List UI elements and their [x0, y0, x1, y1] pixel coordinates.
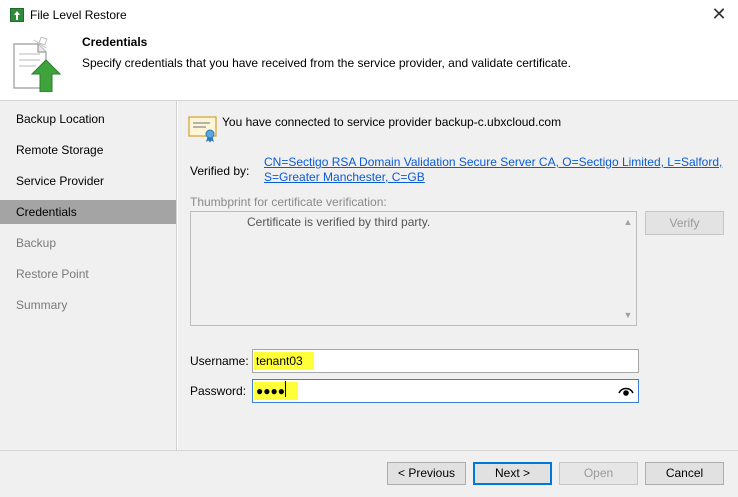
restore-document-icon	[13, 36, 62, 92]
username-input[interactable]: tenant03	[252, 349, 639, 373]
step-service-provider[interactable]: Service Provider	[0, 169, 176, 193]
credentials-panel: You have connected to service provider b…	[178, 101, 738, 450]
thumbprint-label: Thumbprint for certificate verification:	[190, 195, 387, 209]
close-button[interactable]: ✕	[708, 4, 730, 26]
header-description: Specify credentials that you have receiv…	[82, 56, 571, 70]
thumbprint-scrollbar[interactable]: ▲ ▼	[620, 212, 636, 325]
verified-by-line-2[interactable]: S=Greater Manchester, C=GB	[264, 170, 724, 185]
verify-button[interactable]: Verify	[645, 211, 724, 235]
verified-by-line-1[interactable]: CN=Sectigo RSA Domain Validation Secure …	[264, 155, 724, 170]
step-remote-storage[interactable]: Remote Storage	[0, 138, 176, 162]
open-button[interactable]: Open	[559, 462, 638, 485]
text-caret	[285, 381, 286, 397]
window-title: File Level Restore	[30, 8, 127, 22]
scroll-up-icon[interactable]: ▲	[620, 214, 636, 230]
thumbprint-textbox[interactable]: Certificate is verified by third party. …	[190, 211, 637, 326]
step-backup-location[interactable]: Backup Location	[0, 107, 176, 131]
step-backup: Backup	[16, 236, 57, 250]
password-value: ●●●●	[254, 382, 298, 400]
connection-status-text: You have connected to service provider b…	[222, 115, 562, 129]
cancel-button[interactable]: Cancel	[645, 462, 724, 485]
previous-button[interactable]: < Previous	[387, 462, 466, 485]
thumbprint-text: Certificate is verified by third party.	[247, 215, 431, 229]
scroll-down-icon[interactable]: ▼	[620, 307, 636, 323]
step-credentials[interactable]: Credentials	[0, 200, 176, 224]
wizard-steps: Backup Location Remote Storage Service P…	[0, 101, 177, 450]
username-label: Username:	[190, 354, 249, 368]
step-restore-point: Restore Point	[16, 267, 89, 281]
next-button[interactable]: Next >	[473, 462, 552, 485]
wizard-footer: < Previous Next > Open Cancel	[0, 451, 738, 497]
verified-by-link[interactable]: CN=Sectigo RSA Domain Validation Secure …	[264, 155, 724, 185]
show-password-icon[interactable]	[618, 384, 634, 398]
password-label: Password:	[190, 384, 247, 398]
verified-by-label: Verified by:	[190, 164, 250, 178]
app-icon	[10, 8, 24, 22]
step-summary: Summary	[16, 298, 68, 312]
title-bar: File Level Restore ✕	[0, 0, 738, 30]
username-value: tenant03	[254, 352, 314, 370]
password-input[interactable]: ●●●●	[252, 379, 639, 403]
wizard-header: Credentials Specify credentials that you…	[0, 30, 738, 100]
certificate-icon	[188, 116, 217, 143]
header-title: Credentials	[82, 35, 148, 49]
